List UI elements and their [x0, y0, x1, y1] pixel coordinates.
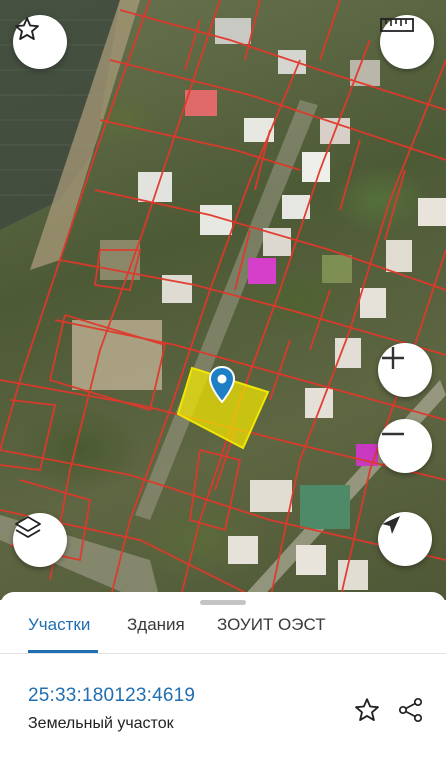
tab-buildings[interactable]: Здания — [127, 610, 185, 658]
locate-button[interactable] — [378, 512, 432, 566]
share-icon — [398, 697, 423, 723]
layers-button[interactable] — [13, 513, 67, 567]
satellite-map[interactable] — [0, 0, 446, 600]
star-icon — [355, 698, 379, 721]
zoom-out-button[interactable] — [378, 419, 432, 473]
parcel-type-label: Земельный участок — [28, 715, 174, 732]
parcel-info-sheet: Участки Здания ЗОУИТ ОЭСТ 25:33:180123:4… — [0, 592, 446, 767]
ruler-button[interactable] — [380, 15, 434, 69]
location-pin-icon[interactable] — [209, 366, 235, 404]
ruler-icon — [380, 18, 414, 32]
favorite-parcel-button[interactable] — [352, 695, 382, 725]
zoom-in-button[interactable] — [378, 343, 432, 397]
tab-bar: Участки Здания ЗОУИТ ОЭСТ — [0, 606, 446, 654]
star-icon — [15, 17, 39, 40]
minus-icon — [382, 432, 404, 436]
plus-icon — [382, 347, 404, 369]
active-tab-indicator — [28, 650, 98, 653]
sheet-drag-handle[interactable] — [200, 600, 246, 605]
tab-zouit-oest[interactable]: ЗОУИТ ОЭСТ — [217, 610, 326, 658]
cadastral-number[interactable]: 25:33:180123:4619 — [28, 685, 195, 707]
map-overlay — [0, 0, 446, 600]
navigation-arrow-icon — [382, 516, 400, 534]
favorite-map-button[interactable] — [13, 15, 67, 69]
share-button[interactable] — [396, 695, 426, 725]
layers-icon — [15, 516, 41, 538]
